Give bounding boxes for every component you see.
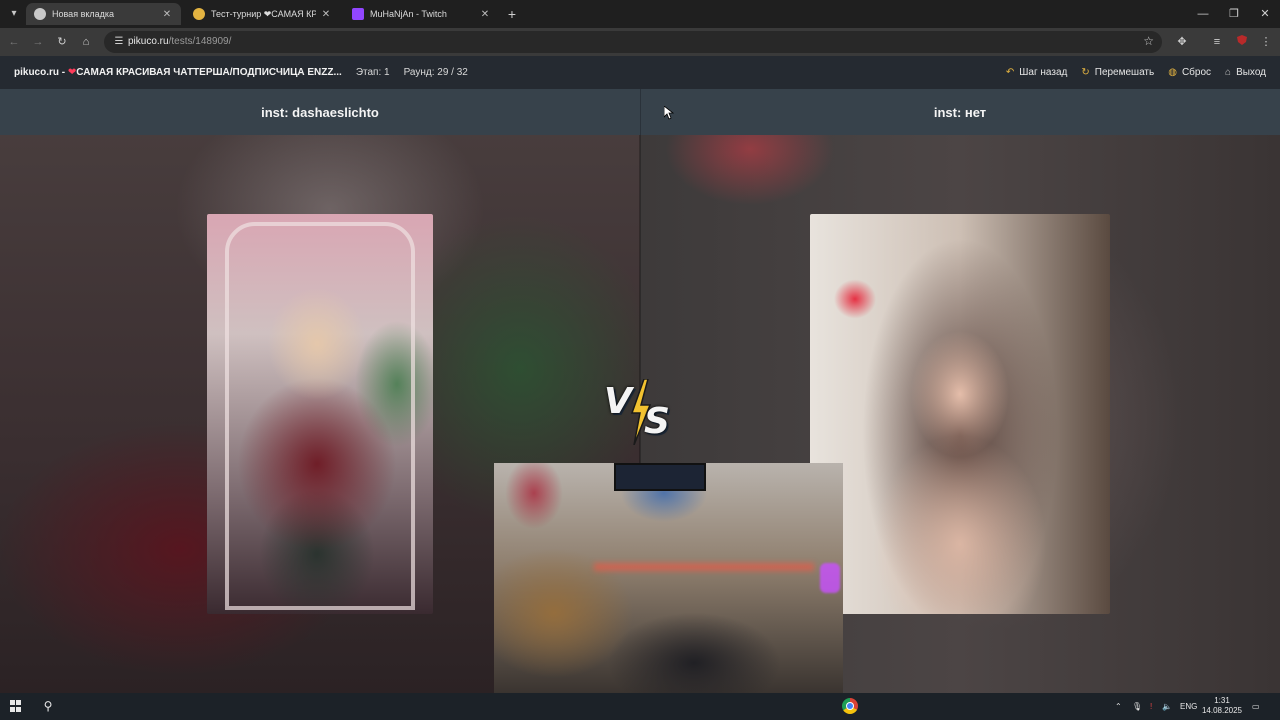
forward-arrow-icon[interactable]: →	[30, 34, 46, 50]
media-queue-icon[interactable]: ≡	[1209, 34, 1225, 50]
tab-pikuco-test[interactable]: Тест-турнир ❤САМАЯ КРАСИВАЯ ✕	[185, 3, 340, 25]
vs-letter-s: S	[644, 401, 670, 442]
tab-close-icon[interactable]: ✕	[161, 9, 173, 20]
webcam-led-strip	[594, 563, 814, 571]
step-back-button[interactable]: ↶ Шаг назад	[1006, 67, 1068, 78]
webcam-lamp	[820, 563, 840, 593]
network-warning-icon[interactable]: !	[1150, 693, 1152, 720]
extensions-puzzle-icon[interactable]: ✥	[1174, 34, 1190, 50]
home-exit-icon: ⌂	[1225, 67, 1232, 78]
reset-label: Сброс	[1181, 67, 1212, 78]
reload-icon[interactable]: ↻	[54, 34, 70, 50]
tab-close-icon[interactable]: ✕	[479, 9, 491, 20]
clock-time: 1:31	[1214, 696, 1230, 705]
search-icon[interactable]: ⚲	[40, 698, 56, 714]
windows-start-icon[interactable]	[10, 700, 22, 712]
windows-taskbar: ⚲ ⌃ 🎙 ! 🔈 ENG 1:31 14.08.2025 ▭	[0, 693, 1280, 720]
home-icon[interactable]: ⌂	[78, 34, 94, 50]
mouse-cursor-icon	[664, 106, 674, 120]
site-info-icon[interactable]: ☰	[112, 35, 126, 49]
tab-title: Новая вкладка	[52, 9, 115, 19]
site-header: pikuco.ru - ❤САМАЯ КРАСИВАЯ ЧАТТЕРША/ПОД…	[0, 56, 1280, 89]
shuffle-label: Перемешать	[1094, 67, 1155, 78]
address-bar[interactable]: ☰ pikuco.ru/tests/148909/ ☆	[104, 31, 1162, 53]
bookmark-star-icon[interactable]: ☆	[1143, 34, 1154, 48]
volume-icon[interactable]: 🔈	[1162, 693, 1172, 720]
right-option-name: inst: нет	[933, 104, 987, 120]
webcam-tv-screen	[614, 463, 706, 491]
versus-stage: inst: dashaeslichto inst: нет V S	[0, 89, 1280, 693]
tab-twitch[interactable]: MuHaNjAn - Twitch ✕	[344, 3, 499, 25]
system-clock[interactable]: 1:31 14.08.2025	[1200, 696, 1244, 716]
mirror-frame	[225, 222, 415, 610]
exit-button[interactable]: ⌂ Выход	[1225, 67, 1266, 78]
left-option-photo[interactable]	[207, 214, 433, 614]
chrome-taskbar-icon[interactable]	[842, 698, 858, 714]
url-host: pikuco.ru	[128, 36, 169, 47]
kebab-menu-icon[interactable]: ⋮	[1258, 34, 1274, 50]
tray-overflow-chevron-icon[interactable]: ⌃	[1115, 693, 1122, 720]
round-indicator: Раунд: 29 / 32	[403, 67, 468, 78]
pikuco-favicon-icon	[193, 8, 205, 20]
left-option-name-bar[interactable]: inst: dashaeslichto	[0, 89, 640, 135]
stage-indicator: Этап: 1	[355, 67, 390, 78]
back-arrow-icon[interactable]: ←	[6, 34, 22, 50]
close-window-icon[interactable]: ✕	[1256, 6, 1274, 22]
reset-icon: ◍	[1168, 67, 1177, 78]
notification-center-icon[interactable]: ▭	[1252, 693, 1260, 720]
site-domain: pikuco.ru -	[14, 67, 68, 78]
tab-new-tab[interactable]: Новая вкладка ✕	[26, 3, 181, 25]
test-name: САМАЯ КРАСИВАЯ ЧАТТЕРША/ПОДПИСЧИЦА ENZZ.…	[76, 67, 342, 78]
tab-title: Тест-турнир ❤САМАЯ КРАСИВАЯ	[211, 8, 316, 19]
url-path: /tests/148909/	[168, 36, 232, 47]
step-back-label: Шаг назад	[1019, 67, 1068, 78]
exit-label: Выход	[1236, 67, 1266, 78]
minimize-icon[interactable]: —	[1194, 6, 1212, 22]
tab-search-chevron-icon[interactable]: ▾	[6, 6, 22, 22]
left-option-name: inst: dashaeslichto	[261, 104, 379, 120]
tab-close-icon[interactable]: ✕	[320, 9, 332, 20]
restore-icon[interactable]: ❐	[1225, 6, 1243, 22]
microphone-icon[interactable]: 🎙	[1132, 693, 1142, 720]
browser-tab-strip: ▾ Новая вкладка ✕ Тест-турнир ❤САМАЯ КРА…	[0, 0, 1280, 28]
new-tab-favicon-icon	[34, 8, 46, 20]
clock-date: 14.08.2025	[1201, 706, 1243, 715]
test-title: pikuco.ru - ❤САМАЯ КРАСИВАЯ ЧАТТЕРША/ПОД…	[14, 67, 342, 78]
profile-shield-icon[interactable]	[1234, 34, 1250, 50]
header-actions: ↶ Шаг назад ↻ Перемешать ◍ Сброс ⌂ Выход	[992, 56, 1266, 89]
undo-icon: ↶	[1005, 67, 1015, 78]
input-language[interactable]: ENG	[1180, 693, 1197, 720]
shuffle-icon: ↻	[1081, 67, 1090, 78]
tab-title: MuHaNjAn - Twitch	[370, 9, 447, 19]
browser-toolbar: ← → ↻ ⌂ ☰ pikuco.ru/tests/148909/ ☆ ✥ ≡ …	[0, 28, 1280, 56]
url-text: pikuco.ru/tests/148909/	[128, 36, 231, 47]
streamer-webcam-overlay	[494, 463, 843, 693]
versus-badge: V S	[602, 379, 678, 447]
right-option-name-bar[interactable]: inst: нет	[640, 89, 1280, 135]
new-tab-plus-icon[interactable]: +	[503, 5, 521, 23]
reset-button[interactable]: ◍ Сброс	[1168, 67, 1211, 78]
name-bar-divider	[640, 89, 641, 135]
right-option-photo[interactable]	[810, 214, 1110, 614]
shuffle-button[interactable]: ↻ Перемешать	[1081, 67, 1154, 78]
twitch-favicon-icon	[352, 8, 364, 20]
